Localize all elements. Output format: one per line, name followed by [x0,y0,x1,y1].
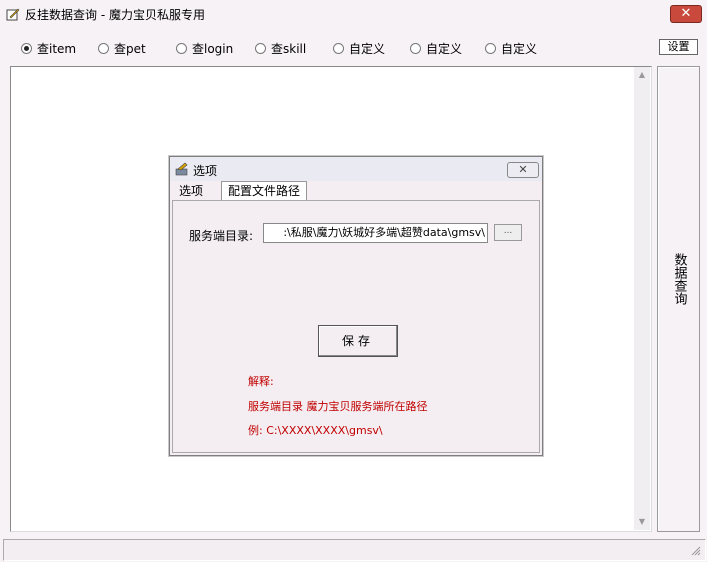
radio-selected-icon [21,43,32,54]
note-heading: 解释: [248,375,274,388]
title-bar: 反挂数据查询 - 魔力宝贝私服专用 ✕ [0,0,707,28]
tab-config-path[interactable]: 配置文件路径 [221,181,308,201]
radio-custom-1[interactable]: 自定义 [333,40,385,57]
radio-query-item[interactable]: 查item [21,40,76,57]
radio-query-login[interactable]: 查login [176,40,233,57]
query-button-label: 数据查询 [671,253,687,305]
radio-icon [485,43,496,54]
radio-icon [176,43,187,54]
options-icon [175,162,188,176]
radio-query-skill[interactable]: 查skill [255,40,306,57]
options-dialog: 选项 ✕ 选项 配置文件路径 服务端目录: :\私服\魔力\妖城好多端\超赞da… [169,156,543,456]
radio-custom-2[interactable]: 自定义 [410,40,462,57]
close-button[interactable]: ✕ [670,5,702,23]
radio-icon [333,43,344,54]
radio-icon [410,43,421,54]
radio-icon [98,43,109,54]
browse-button[interactable]: ... [494,224,522,241]
server-dir-label: 服务端目录: [189,229,254,243]
note-line-1: 服务端目录 魔力宝贝服务端所在路径 [248,400,428,413]
save-button[interactable]: 保存 [318,325,398,357]
radio-custom-3[interactable]: 自定义 [485,40,537,57]
radio-icon [255,43,266,54]
server-dir-input[interactable]: :\私服\魔力\妖城好多端\超赞data\gmsv\ [263,223,488,243]
app-icon [6,8,20,21]
config-path-panel: 服务端目录: :\私服\魔力\妖城好多端\超赞data\gmsv\ ... 保存… [172,200,540,453]
status-bar [3,539,706,561]
results-scrollbar[interactable]: ▲ ▼ [634,67,650,530]
settings-button[interactable]: 设置 [659,39,698,55]
scroll-up-icon[interactable]: ▲ [634,67,650,83]
note-line-2: 例: C:\XXXX\XXXX\gmsv\ [248,424,383,437]
query-data-button[interactable]: 数据查询 [657,66,700,532]
scroll-down-icon[interactable]: ▼ [634,514,650,530]
dialog-title-bar: 选项 ✕ [170,157,542,181]
dialog-close-button[interactable]: ✕ [507,162,539,178]
dialog-title: 选项 [193,164,218,178]
window-title: 反挂数据查询 - 魔力宝贝私服专用 [25,8,205,22]
resize-grip-icon[interactable] [690,545,701,556]
tab-options[interactable]: 选项 [173,182,209,200]
radio-query-pet[interactable]: 查pet [98,40,146,57]
query-type-radio-group: 查item 查pet 查login 查skill 自定义 自定义 自定义 [0,40,650,60]
